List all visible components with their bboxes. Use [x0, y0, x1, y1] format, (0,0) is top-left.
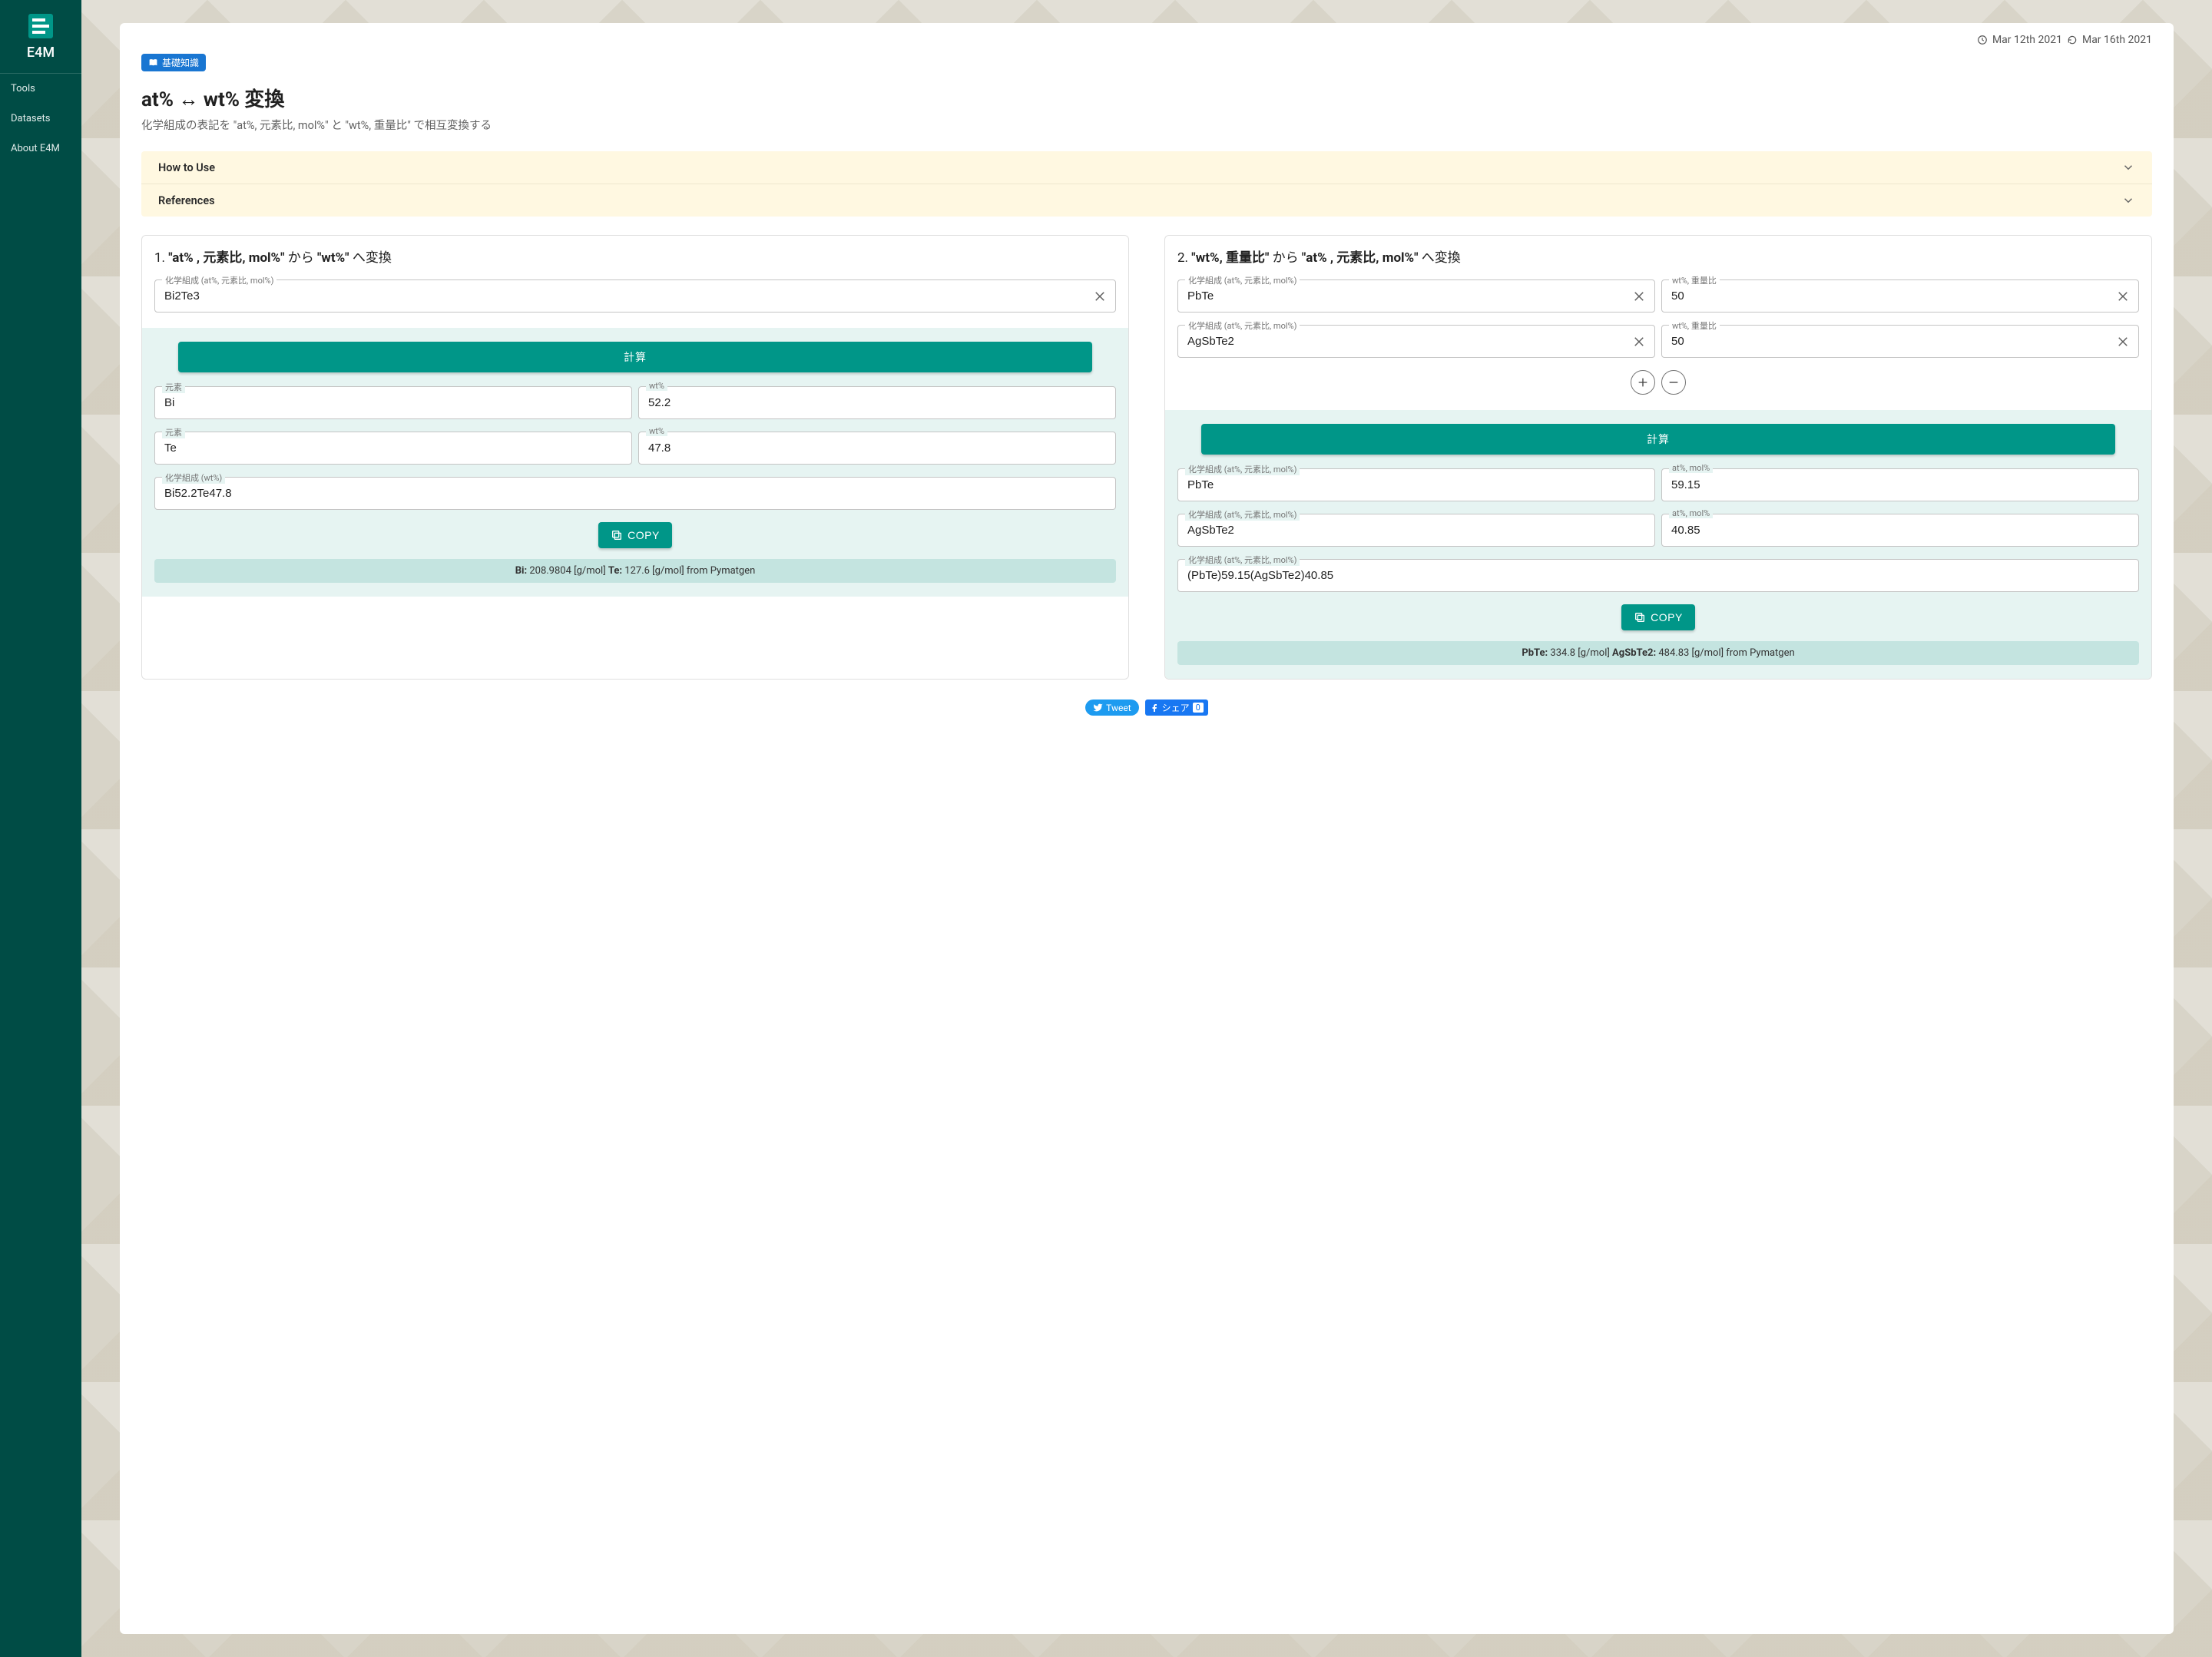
panel1-result-composition[interactable] — [154, 477, 1116, 510]
panel1-info: Bi: 208.9804 [g/mol] Te: 127.6 [g/mol] f… — [154, 559, 1116, 583]
clear-icon[interactable] — [2113, 332, 2133, 352]
result-at[interactable] — [1661, 514, 2139, 547]
result-at[interactable] — [1661, 468, 2139, 501]
paper: Mar 12th 2021 Mar 16th 2021 基礎知識 at% ↔ w… — [120, 23, 2174, 1634]
page-title: at% ↔ wt% 変換 — [141, 84, 2152, 112]
accordion-how-to-use[interactable]: How to Use — [141, 151, 2152, 184]
social-row: Tweet シェア 0 — [141, 700, 2152, 716]
sidebar-item-datasets[interactable]: Datasets — [0, 104, 81, 134]
result-element[interactable] — [154, 432, 632, 465]
field-label: 化学組成 (at%, 元素比, mol%) — [1185, 274, 1300, 286]
chevron-down-icon — [2121, 160, 2135, 174]
field-label: 元素 — [162, 381, 185, 393]
field-label: 化学組成 (wt%) — [162, 471, 225, 484]
panel2-wt-input-1[interactable] — [1661, 325, 2139, 358]
result-wt[interactable] — [638, 432, 1116, 465]
fb-share-button[interactable]: シェア 0 — [1145, 700, 1208, 716]
panel2-calc-button[interactable]: 計算 — [1201, 424, 2114, 455]
minus-icon — [1667, 376, 1680, 389]
field-label: wt%, 重量比 — [1669, 319, 1720, 332]
panel2-wt-input-0[interactable] — [1661, 279, 2139, 313]
sidebar-item-about[interactable]: About E4M — [0, 134, 81, 164]
accordion: How to Use References — [141, 151, 2152, 217]
panel1-calc-button[interactable]: 計算 — [178, 342, 1091, 372]
panel1-input-field: 化学組成 (at%, 元素比, mol%) — [154, 279, 1116, 313]
book-icon — [148, 58, 158, 68]
clear-icon[interactable] — [2113, 286, 2133, 306]
panel2-title: 2. "wt%, 重量比" から "at% , 元素比, mol%" へ変換 — [1177, 246, 2139, 266]
result-wt[interactable] — [638, 386, 1116, 419]
clear-icon[interactable] — [1629, 286, 1649, 306]
twitter-icon — [1093, 703, 1103, 713]
refresh-icon — [2067, 35, 2078, 45]
tweet-button[interactable]: Tweet — [1085, 700, 1139, 716]
result-element[interactable] — [154, 386, 632, 419]
field-label: 化学組成 (at%, 元素比, mol%) — [1185, 463, 1300, 475]
panel2-copy-button[interactable]: COPY — [1621, 604, 1695, 630]
content: Mar 12th 2021 Mar 16th 2021 基礎知識 at% ↔ w… — [81, 0, 2212, 1657]
category-chip[interactable]: 基礎知識 — [141, 54, 206, 71]
add-row-button[interactable] — [1631, 370, 1655, 395]
field-label: 化学組成 (at%, 元素比, mol%) — [1185, 554, 1300, 566]
field-label: wt% — [646, 426, 667, 436]
sidebar: E4M Tools Datasets About E4M — [0, 0, 81, 1657]
created-date: Mar 12th 2021 — [1992, 34, 2062, 46]
accordion-label: How to Use — [158, 161, 215, 174]
updated-date: Mar 16th 2021 — [2082, 34, 2152, 46]
panel-wt-to-at: 2. "wt%, 重量比" から "at% , 元素比, mol%" へ変換 化… — [1164, 235, 2152, 680]
accordion-label: References — [158, 194, 215, 207]
app-logo — [28, 14, 53, 38]
field-label: at%, mol% — [1669, 508, 1713, 518]
field-label: 化学組成 (at%, 元素比, mol%) — [162, 274, 276, 286]
panel2-info: PbTe: 334.8 [g/mol] AgSbTe2: 484.83 [g/m… — [1177, 641, 2139, 665]
clear-icon[interactable] — [1629, 332, 1649, 352]
panel1-composition-input[interactable] — [154, 279, 1116, 313]
chevron-down-icon — [2121, 193, 2135, 207]
brand-name: E4M — [0, 45, 81, 74]
facebook-icon — [1150, 703, 1159, 713]
plus-icon — [1637, 376, 1649, 389]
field-label: 化学組成 (at%, 元素比, mol%) — [1185, 508, 1300, 521]
clock-icon — [1977, 35, 1988, 45]
accordion-references[interactable]: References — [141, 184, 2152, 217]
cards-grid: 1. "at% , 元素比, mol%" から "wt%" へ変換 化学組成 (… — [141, 235, 2152, 680]
panel-at-to-wt: 1. "at% , 元素比, mol%" から "wt%" へ変換 化学組成 (… — [141, 235, 1129, 680]
field-label: at%, mol% — [1669, 463, 1713, 473]
sidebar-item-tools[interactable]: Tools — [0, 74, 81, 104]
field-label: 化学組成 (at%, 元素比, mol%) — [1185, 319, 1300, 332]
copy-icon — [611, 529, 623, 541]
field-label: wt%, 重量比 — [1669, 274, 1720, 286]
field-label: wt% — [646, 381, 667, 391]
page-subtitle: 化学組成の表記を "at%, 元素比, mol%" と "wt%, 重量比" で… — [141, 117, 2152, 133]
panel2-result-composition[interactable] — [1177, 559, 2139, 592]
remove-row-button[interactable] — [1661, 370, 1686, 395]
fb-share-count: 0 — [1193, 703, 1204, 713]
copy-icon — [1634, 611, 1646, 623]
panel1-copy-button[interactable]: COPY — [598, 522, 672, 548]
date-row: Mar 12th 2021 Mar 16th 2021 — [141, 34, 2152, 46]
clear-icon[interactable] — [1090, 286, 1110, 306]
panel1-title: 1. "at% , 元素比, mol%" から "wt%" へ変換 — [154, 246, 1116, 266]
chip-label: 基礎知識 — [162, 56, 199, 69]
field-label: 元素 — [162, 426, 185, 438]
